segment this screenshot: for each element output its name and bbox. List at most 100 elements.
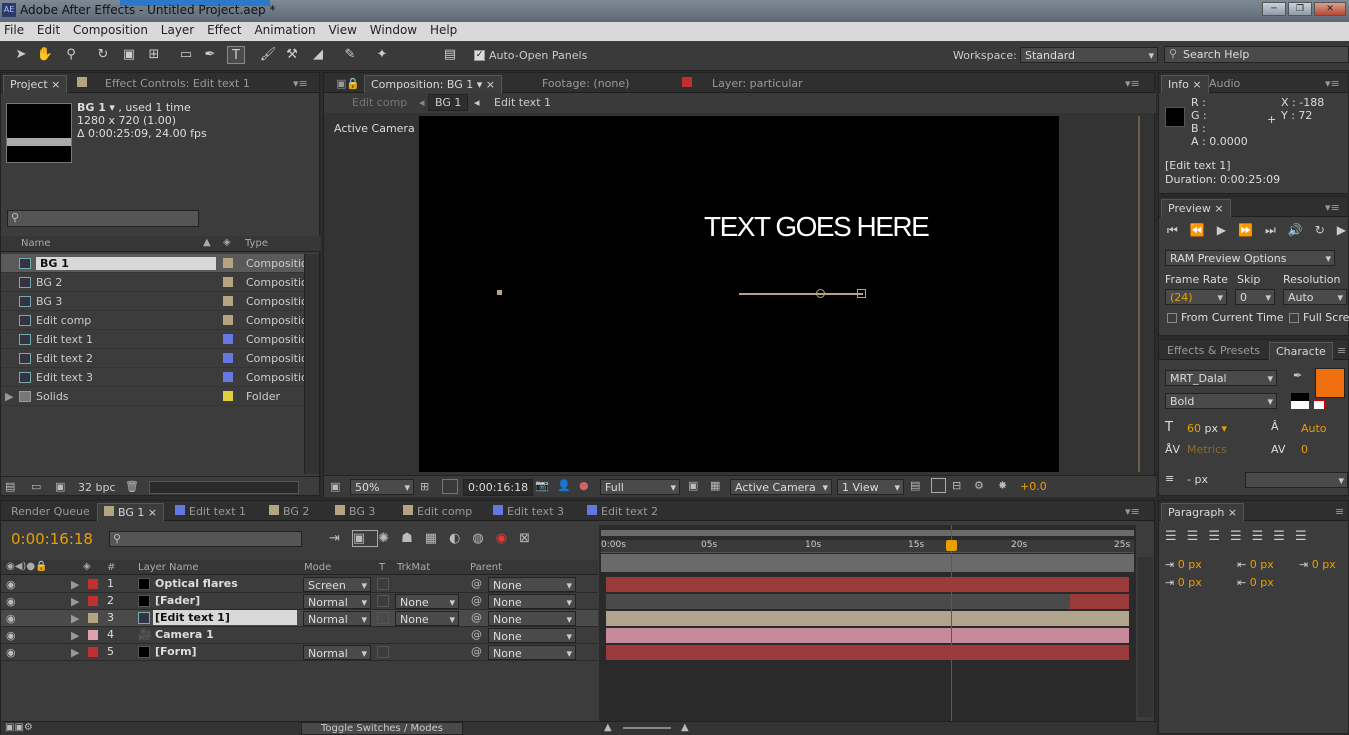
snapshot-icon[interactable]: 📷 [535,479,549,492]
selection-tool-icon[interactable]: ➤ [12,46,30,64]
exposure-icon[interactable]: ✸ [998,479,1007,492]
crumb-bg1[interactable]: BG 1 [428,94,469,111]
label-swatch[interactable] [223,258,233,268]
menu-edit[interactable]: Edit [33,22,64,38]
list-item[interactable]: Edit text 2 Compositio [1,349,308,368]
visibility-icon[interactable]: ◉ [6,612,16,625]
parent-dropdown[interactable]: None [488,645,576,660]
align-left-icon[interactable]: ☰ [1165,529,1187,544]
label-swatch[interactable] [223,296,233,306]
skip-dropdown[interactable]: 0 [1235,289,1275,305]
pickwhip-icon[interactable]: @ [471,611,482,624]
font-size-value[interactable]: 60 px ▾ [1187,422,1227,435]
expand-arrow-icon[interactable]: ▶ [71,578,79,591]
table-row[interactable]: ◉ ▶ 3 [Edit text 1] Normal None @ None [1,610,598,627]
parent-dropdown[interactable]: None [488,611,576,626]
table-row[interactable]: ◉ ▶ 4 🎥 Camera 1 @ None [1,627,598,644]
timeline-timecode[interactable]: 0:00:16:18 [11,530,93,548]
timeline-v-scrollbar[interactable] [1138,557,1153,717]
transparency-grid-icon[interactable]: ▦ [710,479,720,492]
work-area-bar[interactable] [601,530,1134,536]
expand-arrow-icon[interactable]: ▶ [71,629,79,642]
stroke-width-value[interactable]: - px [1187,473,1208,486]
space-before[interactable]: ⇤ 0 px [1237,558,1274,571]
menu-layer[interactable]: Layer [157,22,198,38]
justify-all-icon[interactable]: ☰ [1295,529,1317,544]
safe-zones-icon[interactable]: ⊞ [420,480,429,493]
tab-edit-text-1[interactable]: Edit text 1 [169,503,252,521]
align-right-icon[interactable]: ☰ [1208,529,1230,544]
camera-handle-line[interactable] [739,293,863,295]
ram-preview-options-dropdown[interactable]: RAM Preview Options [1165,250,1335,266]
search-help-input[interactable]: ⚲ Search Help [1164,46,1349,63]
panel-menu-icon[interactable]: ▾≡ [1119,503,1146,521]
visibility-icon[interactable]: ◉ [6,578,16,591]
fast-preview-icon[interactable]: ▣ [688,479,698,492]
parent-dropdown[interactable]: None [488,628,576,643]
tab-paragraph[interactable]: Paragraph × [1161,503,1245,521]
visibility-icon[interactable]: ◉ [6,646,16,659]
minimize-button[interactable]: ─ [1262,2,1286,16]
puppet-tool-icon[interactable]: ✦ [373,46,391,64]
roto-brush-tool-icon[interactable]: ✎ [341,46,359,64]
justify-left-icon[interactable]: ☰ [1230,529,1252,544]
list-item[interactable]: BG 2 Compositio [1,273,308,292]
current-time-indicator[interactable] [951,525,952,721]
composition-mini-flowchart-icon[interactable]: ⇥ [329,531,352,546]
viewer-text-layer[interactable]: TEXT GOES HERE [704,211,930,243]
preserve-transparency-checkbox[interactable] [377,578,389,590]
pickwhip-icon[interactable]: @ [471,577,482,590]
layer-name[interactable]: [Form] [155,645,197,658]
motion-blur-icon[interactable]: ◐ [449,531,472,546]
panel-menu-icon[interactable]: ▾≡ [1319,75,1346,93]
table-row[interactable]: ◉ ▶ 2 [Fader] Normal None @ None [1,593,598,610]
timeline-search-input[interactable]: ⚲ [109,531,302,547]
trash-icon[interactable]: 🗑 [125,480,139,493]
menu-help[interactable]: Help [426,22,461,38]
hide-shy-icon[interactable]: ☗ [401,531,425,546]
panel-menu-icon[interactable]: ≡ [1329,503,1349,521]
layer-label-swatch[interactable] [88,579,98,589]
camera-handle-end[interactable] [857,289,866,298]
kerning-value[interactable]: Metrics [1187,443,1227,456]
justify-center-icon[interactable]: ☰ [1252,529,1274,544]
layer-bar[interactable] [606,594,1129,609]
graph-editor-icon[interactable]: ⊠ [519,531,542,546]
close-button[interactable]: ✕ [1314,2,1346,16]
tab-footage[interactable]: Footage: (none) [536,75,635,93]
layer-label-swatch[interactable] [88,630,98,640]
last-frame-icon[interactable]: ⏭ [1265,223,1288,237]
layer-bar[interactable] [606,645,1129,660]
label-swatch[interactable] [223,372,233,382]
tab-edit-text-2[interactable]: Edit text 2 [581,503,664,521]
sort-icon[interactable]: ▲ [203,237,211,248]
ram-preview-icon[interactable]: ▶ [1337,223,1349,237]
trkmat-dropdown[interactable]: None [395,611,459,626]
views-dropdown[interactable]: 1 View [837,479,904,495]
menu-composition[interactable]: Composition [69,22,152,38]
align-center-icon[interactable]: ☰ [1187,529,1209,544]
expand-arrow-icon[interactable]: ▶ [71,612,79,625]
comp-viewer[interactable]: TEXT GOES HERE [419,116,1059,472]
parent-dropdown[interactable]: None [488,594,576,609]
eyedropper-icon[interactable]: ✒ [1293,369,1302,382]
tab-audio[interactable]: Audio [1203,75,1246,93]
visibility-icon[interactable]: ◉ [6,629,16,642]
layer-name[interactable]: Optical flares [155,577,238,590]
footer-switches-icon[interactable]: ▣▣⚙ [5,722,33,733]
list-item[interactable]: BG 1 Compositio [1,254,308,273]
menu-view[interactable]: View [324,22,360,38]
camera-handle-center[interactable] [816,289,825,298]
comp-timecode[interactable]: 0:00:16:18 [463,479,534,496]
zoom-slider[interactable] [623,727,671,729]
crumb-edit-text[interactable]: Edit text 1 [494,96,551,109]
eraser-tool-icon[interactable]: ◢ [309,46,327,64]
zoom-in-icon[interactable]: ▲ [681,722,689,733]
pan-behind-tool-icon[interactable]: ⊞ [145,46,163,64]
previous-frame-icon[interactable]: ⏪ [1190,223,1217,237]
from-current-checkbox[interactable] [1167,313,1177,323]
type-tool-icon[interactable]: T [227,46,245,64]
visibility-icon[interactable]: ◉ [6,595,16,608]
tab-edit-text-3[interactable]: Edit text 3 [487,503,570,521]
justify-right-icon[interactable]: ☰ [1273,529,1295,544]
